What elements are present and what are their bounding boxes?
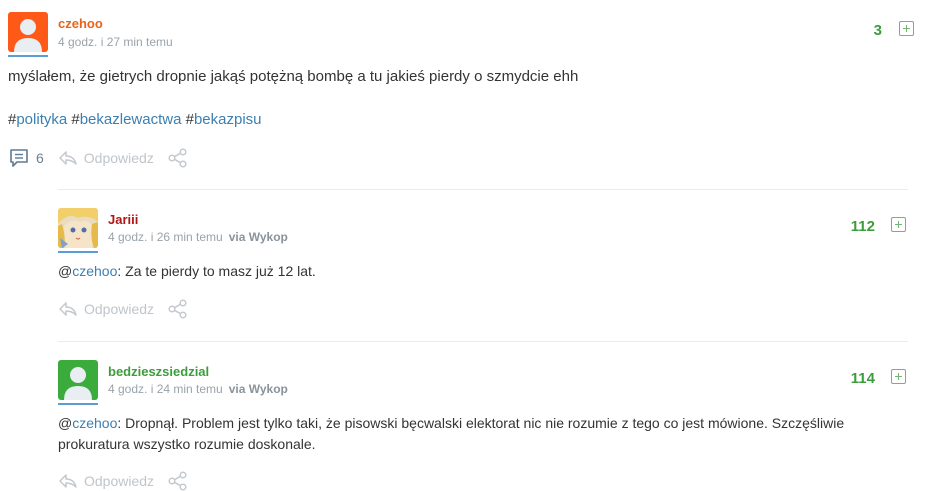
comment-meta: 4 godz. i 24 min temu via Wykop	[108, 382, 288, 396]
comment-icon	[10, 149, 28, 167]
post-text: myślałem, że gietrych dropnie jakąś potę…	[8, 68, 579, 85]
via-app[interactable]: via Wykop	[229, 382, 288, 396]
divider	[58, 189, 908, 190]
comment-time[interactable]: 4 godz. i 26 min temu	[108, 230, 223, 244]
author-name[interactable]: czehoo	[58, 16, 103, 31]
comment-actions: Odpowiedz	[58, 299, 188, 319]
post-actions: 6 Odpowiedz	[8, 148, 188, 168]
vote-count: 112	[850, 218, 875, 235]
reply-icon	[59, 151, 77, 165]
upvote-plus-icon[interactable]	[891, 369, 906, 384]
reply-label: Odpowiedz	[83, 150, 154, 166]
share-icon	[168, 299, 187, 319]
comment-text: @czehoo: Dropnął. Problem jest tylko tak…	[58, 415, 845, 452]
reply-button[interactable]: Odpowiedz	[58, 472, 154, 490]
author-name[interactable]: Jariii	[108, 212, 138, 227]
tag-list: #polityka #bekazlewactwa #bekazpisu	[8, 109, 262, 130]
comments-toggle[interactable]: 6	[8, 148, 44, 168]
upvote-plus-icon[interactable]	[899, 21, 914, 36]
comment-text: @czehoo: Za te pierdy to masz już 12 lat…	[58, 263, 316, 279]
author-name[interactable]: bedzieszsiedzial	[108, 364, 209, 379]
comment-actions: Odpowiedz	[58, 471, 188, 491]
reply-label: Odpowiedz	[84, 301, 155, 317]
reply-button[interactable]: Odpowiedz	[58, 149, 154, 167]
reply-button[interactable]: Odpowiedz	[58, 300, 154, 318]
reply-icon	[59, 302, 77, 316]
vote-count: 114	[850, 370, 875, 387]
anime-avatar-icon	[58, 208, 98, 248]
share-button[interactable]	[168, 471, 188, 491]
avatar[interactable]	[58, 360, 98, 405]
share-button[interactable]	[168, 299, 188, 319]
via-app[interactable]: via Wykop	[229, 230, 288, 244]
upvote-plus-icon[interactable]	[891, 217, 906, 232]
share-button[interactable]	[168, 148, 188, 168]
share-icon	[168, 148, 187, 168]
user-mention[interactable]: czehoo	[72, 415, 117, 431]
tag-link[interactable]: #bekazlewactwa	[71, 111, 181, 128]
avatar[interactable]	[8, 12, 48, 57]
comment-count: 6	[36, 150, 44, 166]
tag-link[interactable]: #bekazpisu	[186, 111, 262, 128]
comment-time[interactable]: 4 godz. i 24 min temu	[108, 382, 223, 396]
default-user-icon	[64, 367, 92, 400]
vote-count: 3	[873, 22, 882, 39]
share-icon	[168, 471, 187, 491]
reply-icon	[59, 474, 77, 488]
avatar[interactable]	[58, 208, 98, 253]
default-user-icon	[14, 19, 42, 52]
divider	[58, 341, 908, 342]
tag-link[interactable]: #polityka	[8, 111, 67, 128]
comment-meta: 4 godz. i 26 min temu via Wykop	[108, 230, 288, 244]
post-time[interactable]: 4 godz. i 27 min temu	[58, 35, 173, 49]
user-mention[interactable]: czehoo	[72, 263, 117, 279]
